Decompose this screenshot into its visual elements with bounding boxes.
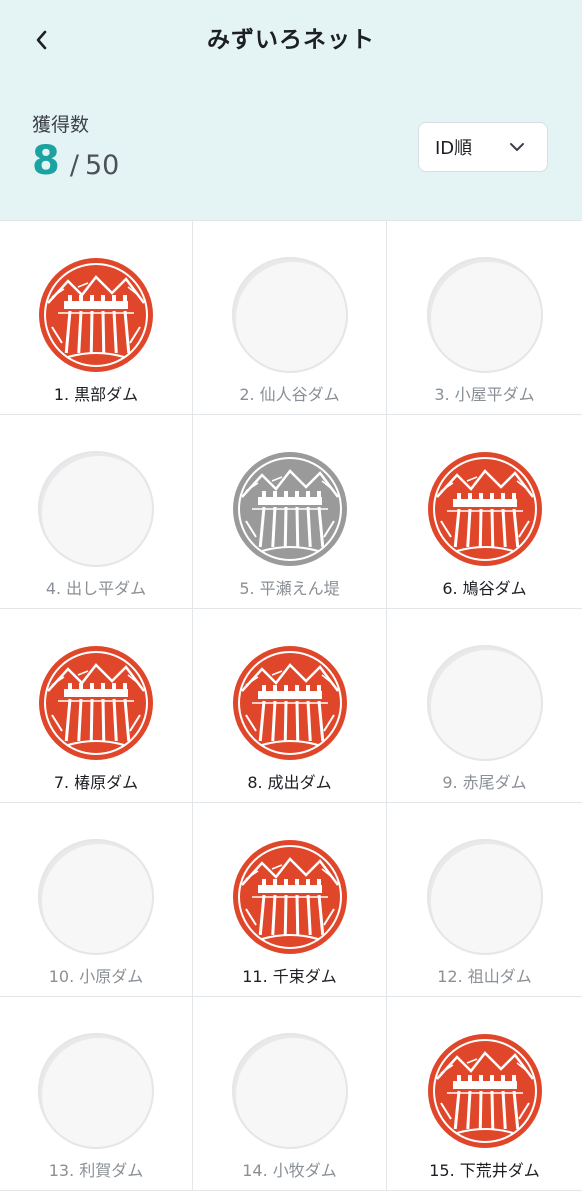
stamp-cell[interactable]: 8. 成出ダム	[193, 609, 387, 803]
stamp-label: 12. 祖山ダム	[437, 967, 532, 986]
stamp-cell[interactable]: 1. 黒部ダム	[0, 221, 193, 415]
dam-stamp-illustration	[427, 1034, 542, 1148]
count-total: 50	[84, 150, 120, 181]
stamp-label: 10. 小原ダム	[48, 967, 144, 986]
stamp-cell[interactable]: 3. 小屋平ダム	[387, 221, 582, 415]
stamp-cell[interactable]: 9. 赤尾ダム	[387, 609, 582, 803]
count-separator: /	[69, 150, 79, 181]
dam-stamp	[427, 451, 543, 567]
empty-stamp-slot	[426, 645, 543, 761]
empty-stamp-slot	[38, 839, 154, 955]
empty-stamp-slot	[426, 257, 543, 373]
stamp-label: 6. 鳩谷ダム	[442, 579, 527, 598]
stamp-cell[interactable]: 14. 小牧ダム	[193, 997, 387, 1191]
count-label: 獲得数	[32, 114, 90, 136]
stamp-cell[interactable]: 6. 鳩谷ダム	[387, 415, 582, 609]
stamp-cell[interactable]: 13. 利賀ダム	[0, 997, 193, 1191]
stamp-cell[interactable]: 12. 祖山ダム	[387, 803, 582, 997]
count-value: 8	[32, 138, 60, 184]
empty-stamp-slot	[38, 1033, 154, 1149]
stamp-label: 8. 成出ダム	[247, 773, 332, 792]
stamp-cell[interactable]: 11. 千束ダム	[193, 803, 387, 997]
dam-stamp-illustration	[39, 258, 153, 372]
stamp-label: 7. 椿原ダム	[53, 773, 139, 792]
dam-stamp	[427, 1033, 543, 1149]
dam-stamp	[38, 645, 154, 761]
stamp-label: 15. 下荒井ダム	[429, 1161, 540, 1180]
header: みずいろネット 獲得数 8 / 50 ID順	[0, 0, 582, 220]
stamp-cell[interactable]: 5. 平瀬えん堤	[193, 415, 387, 609]
empty-stamp-slot	[426, 839, 543, 955]
sort-dropdown[interactable]: ID順	[418, 122, 548, 172]
stamp-label: 4. 出し平ダム	[45, 579, 147, 598]
stamp-label: 2. 仙人谷ダム	[239, 385, 340, 404]
chevron-down-icon	[510, 143, 524, 151]
dam-stamp	[232, 839, 348, 955]
stamp-label: 13. 利賀ダム	[48, 1161, 144, 1180]
stamp-cell[interactable]: 7. 椿原ダム	[0, 609, 193, 803]
stamp-cell[interactable]: 15. 下荒井ダム	[387, 997, 582, 1191]
empty-stamp-slot	[231, 257, 348, 373]
dam-stamp-illustration	[427, 452, 542, 566]
stamp-count: 8 / 50	[32, 136, 119, 186]
stamp-label: 9. 赤尾ダム	[442, 773, 527, 792]
empty-stamp-slot	[231, 1033, 348, 1149]
stamp-cell[interactable]: 2. 仙人谷ダム	[193, 221, 387, 415]
stamp-label: 1. 黒部ダム	[53, 385, 139, 404]
dam-stamp-illustration	[232, 452, 347, 566]
dam-stamp-illustration	[232, 840, 347, 954]
sort-dropdown-label: ID順	[435, 138, 473, 159]
dam-stamp-illustration	[39, 646, 153, 760]
dam-stamp	[38, 257, 154, 373]
stamp-cell[interactable]: 4. 出し平ダム	[0, 415, 193, 609]
stamp-grid: 1. 黒部ダム 2. 仙人谷ダム 3. 小屋平ダム 4. 出し平ダム 5. 平瀬えん堤 6…	[0, 220, 582, 1201]
dam-stamp-illustration	[232, 646, 347, 760]
dam-stamp	[232, 451, 348, 567]
stamp-label: 14. 小牧ダム	[242, 1161, 337, 1180]
stamp-cell[interactable]: 10. 小原ダム	[0, 803, 193, 997]
stamp-label: 3. 小屋平ダム	[434, 385, 535, 404]
nav-bar: みずいろネット	[0, 0, 582, 80]
stamp-label: 11. 千束ダム	[242, 967, 337, 986]
dam-stamp	[232, 645, 348, 761]
page-title: みずいろネット	[207, 27, 375, 53]
stamp-label: 5. 平瀬えん堤	[239, 579, 340, 598]
empty-stamp-slot	[38, 451, 154, 567]
